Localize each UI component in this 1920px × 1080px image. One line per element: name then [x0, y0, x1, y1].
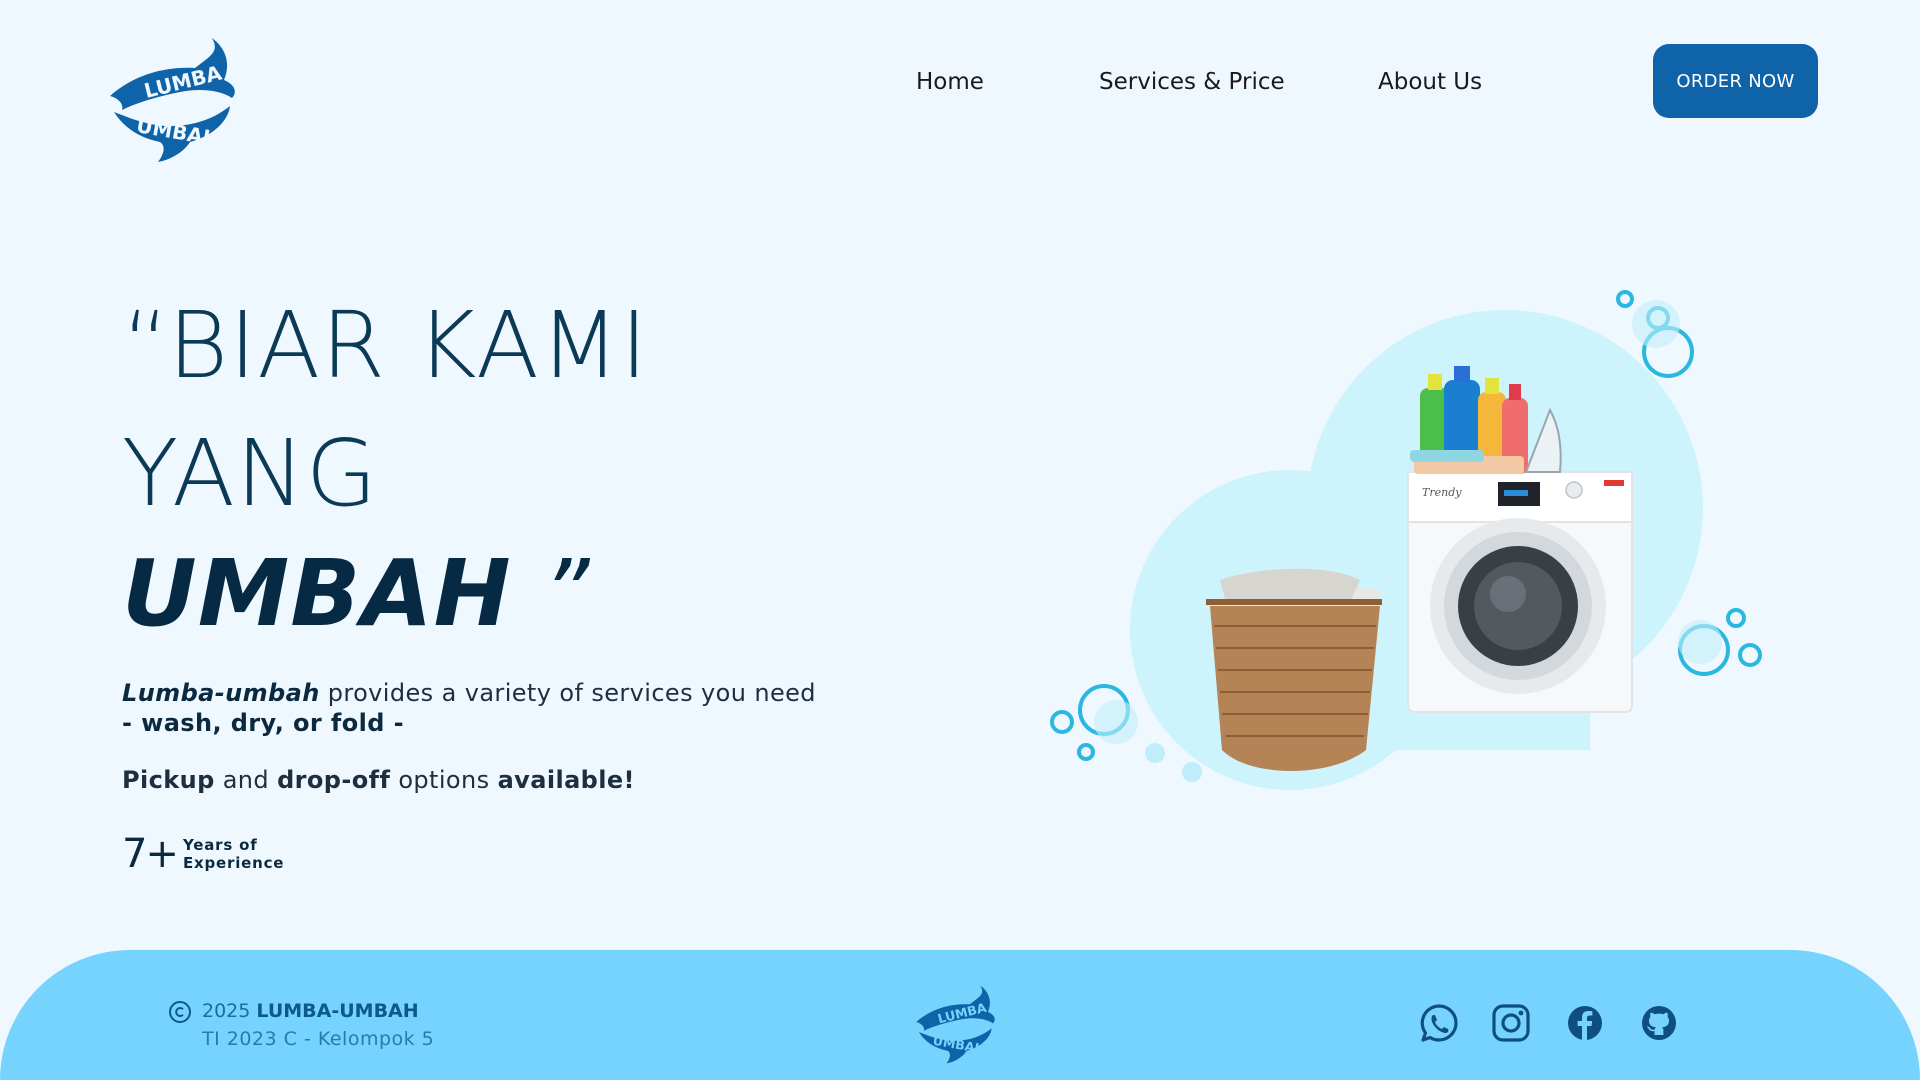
footer-subtitle: TI 2023 C - Kelompok 5: [202, 1028, 435, 1050]
pickup-and: and: [214, 766, 278, 794]
footer-logo-top-text: LUMBA: [936, 1000, 988, 1027]
main-nav: Home Services & Price About Us: [0, 64, 1920, 100]
footer-logo[interactable]: LUMBA UMBAH: [910, 978, 998, 1066]
nav-item-home[interactable]: Home: [916, 64, 984, 100]
nav-item-about-us[interactable]: About Us: [1378, 64, 1482, 100]
washer-brand: Trendy: [1422, 486, 1462, 499]
nav-item-services-price[interactable]: Services & Price: [1099, 64, 1285, 100]
hero-description: Lumba-umbah provides a variety of servic…: [122, 678, 816, 738]
instagram-icon[interactable]: [1490, 1002, 1532, 1044]
footer: 2025 LUMBA-UMBAH TI 2023 C - Kelompok 5 …: [0, 950, 1920, 1080]
options-text: options: [390, 766, 498, 794]
experience-label-line-2: Experience: [182, 854, 285, 872]
hero-title-emphasis: UMBAH: [122, 540, 512, 647]
facebook-icon[interactable]: [1564, 1002, 1606, 1044]
hero-title-close-quote: ”: [511, 540, 591, 647]
copyright-year: 2025: [202, 1000, 251, 1022]
desc-services: - wash, dry, or fold -: [122, 709, 404, 737]
laundry-illustration: Trendy: [1050, 290, 1762, 790]
hero-title-line-1: “BIAR KAMI: [122, 292, 649, 399]
hero-title-line-3: UMBAH ”: [122, 540, 590, 647]
order-now-button[interactable]: ORDER NOW: [1653, 44, 1818, 118]
dropoff-bold: drop-off: [277, 766, 391, 794]
github-icon[interactable]: [1638, 1002, 1680, 1044]
pickup-info: Pickup and drop-off options available!: [122, 766, 635, 794]
hero-title-line-2: YANG: [122, 420, 379, 527]
copyright-brand: LUMBA-UMBAH: [256, 1000, 419, 1022]
experience-badge: 7+ Years of Experience: [122, 831, 284, 877]
experience-number: 7+: [122, 831, 179, 877]
available-bold: available!: [497, 766, 635, 794]
laundry-basket: [1206, 568, 1382, 771]
experience-label-line-1: Years of: [182, 836, 258, 854]
copyright-text: 2025 LUMBA-UMBAH: [202, 1000, 419, 1022]
washing-machine: Trendy: [1407, 471, 1633, 713]
desc-brand: Lumba-umbah: [122, 679, 320, 707]
pickup-bold: Pickup: [122, 766, 215, 794]
whatsapp-icon[interactable]: [1418, 1002, 1460, 1044]
copyright-icon: [169, 1001, 191, 1023]
desc-rest: provides a variety of services you need: [319, 679, 816, 707]
experience-label: Years of Experience: [183, 836, 284, 872]
